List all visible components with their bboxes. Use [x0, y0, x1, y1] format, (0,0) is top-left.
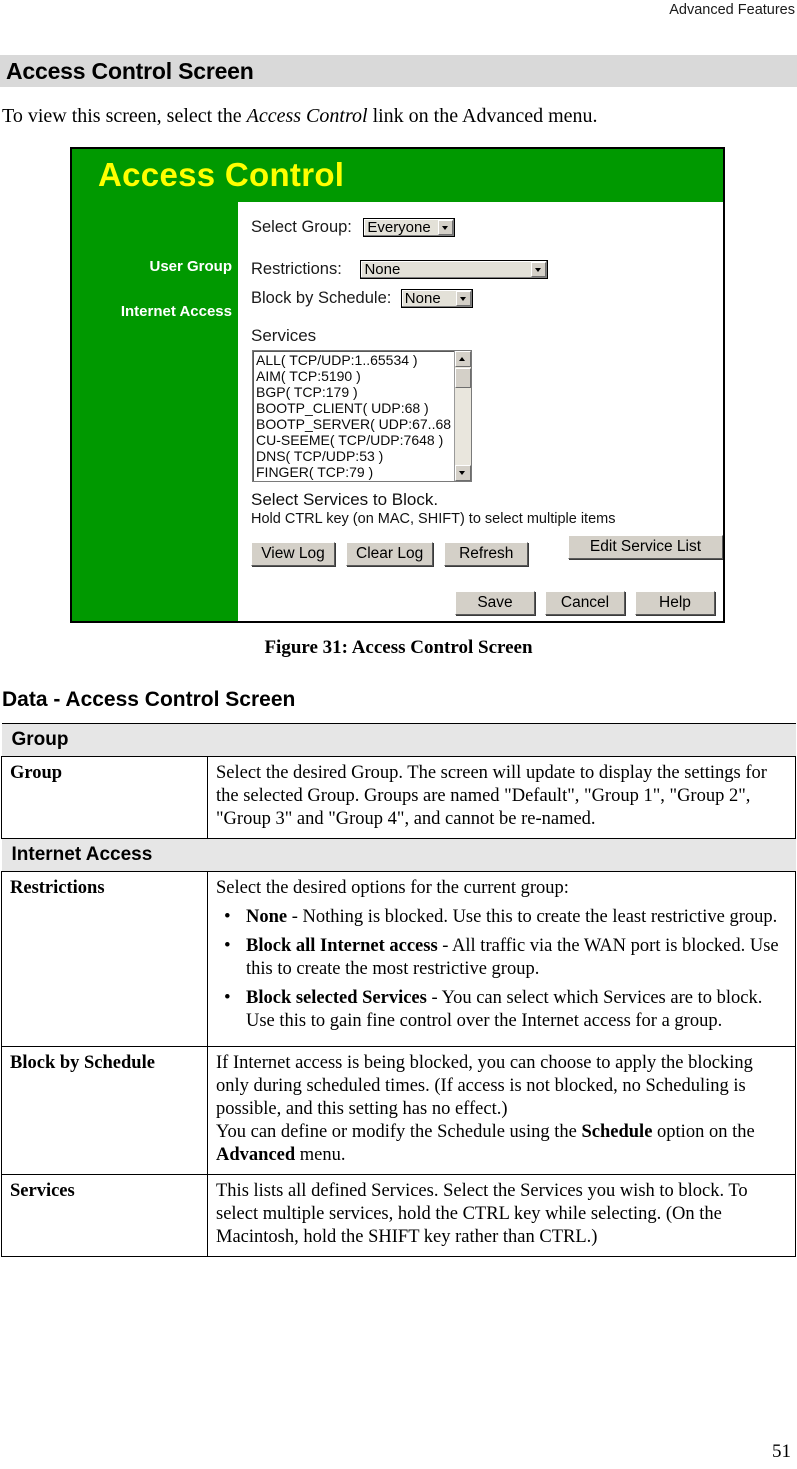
chevron-down-icon [438, 220, 454, 236]
access-control-screenshot: Access Control User Group Internet Acces… [70, 147, 725, 623]
block-schedule-bold-schedule: Schedule [581, 1122, 653, 1142]
cancel-button[interactable]: Cancel [545, 591, 625, 615]
restrictions-row: Restrictions: None [251, 260, 549, 280]
list-item: Block selected Services - You can select… [224, 986, 787, 1033]
scroll-up-icon[interactable] [455, 351, 471, 367]
row-label-services: Services [1, 1174, 208, 1257]
block-schedule-para1: If Internet access is being blocked, you… [216, 1053, 753, 1119]
list-item: None - Nothing is blocked. Use this to c… [224, 905, 787, 929]
row-label-restrictions: Restrictions [1, 871, 208, 1047]
screenshot-titlebar: Access Control [72, 149, 723, 202]
block-by-schedule-value: None [404, 290, 441, 308]
action-button-group: Save Cancel Help [445, 591, 715, 615]
table-row: Block by Schedule If Internet access is … [1, 1046, 796, 1175]
list-item: Block all Internet access - All traffic … [224, 934, 787, 981]
bullet-term: None [246, 907, 288, 927]
ctrl-key-hint: Hold CTRL key (on MAC, SHIFT) to select … [251, 511, 616, 527]
table-row: Services This lists all defined Services… [1, 1174, 796, 1257]
chevron-down-icon [531, 262, 547, 278]
services-listbox[interactable]: ALL( TCP/UDP:1..65534 ) AIM( TCP:5190 ) … [252, 350, 472, 482]
view-log-button[interactable]: View Log [251, 542, 335, 566]
save-button[interactable]: Save [455, 591, 535, 615]
section-title-internet-access: Internet Access [1, 838, 796, 872]
bullet-term: Block all Internet access [246, 936, 438, 956]
intro-text-before: To view this screen, select the [2, 105, 247, 127]
row-desc-restrictions: Select the desired options for the curre… [207, 871, 796, 1047]
select-group-row: Select Group: Everyone [251, 218, 456, 238]
row-label-block-by-schedule: Block by Schedule [1, 1046, 208, 1175]
services-label: Services [251, 326, 317, 345]
list-item[interactable]: BOOTP_SERVER( UDP:67..68 ) [256, 416, 471, 432]
restrictions-dropdown[interactable]: None [360, 260, 549, 280]
row-desc-block-by-schedule: If Internet access is being blocked, you… [207, 1046, 796, 1175]
intro-text-after: link on the Advanced menu. [367, 105, 598, 127]
list-item[interactable]: BGP( TCP:179 ) [256, 384, 471, 400]
sidebar-label-user-group: User Group [149, 258, 232, 275]
data-table: Group Group Select the desired Group. Th… [1, 723, 796, 1257]
scrollbar-thumb[interactable] [455, 368, 471, 388]
row-label-group: Group [1, 756, 208, 839]
figure-caption: Figure 31: Access Control Screen [264, 637, 533, 658]
page-number: 51 [772, 1441, 791, 1462]
row-desc-services: This lists all defined Services. Select … [207, 1174, 796, 1257]
data-section-heading: Data - Access Control Screen [2, 688, 296, 711]
services-list[interactable]: ALL( TCP/UDP:1..65534 ) AIM( TCP:5190 ) … [253, 351, 471, 480]
restrictions-intro: Select the desired options for the curre… [216, 878, 569, 898]
select-services-hint: Select Services to Block. [251, 490, 439, 509]
select-group-dropdown[interactable]: Everyone [363, 218, 456, 238]
clear-log-button[interactable]: Clear Log [346, 542, 434, 566]
running-header: Advanced Features [0, 0, 797, 24]
list-item[interactable]: AIM( TCP:5190 ) [256, 368, 471, 384]
bullet-desc: - Nothing is blocked. Use this to create… [287, 907, 778, 927]
block-schedule-para2-before: You can define or modify the Schedule us… [216, 1122, 582, 1142]
page-title: Access Control Screen [6, 58, 254, 84]
scroll-down-icon[interactable] [455, 465, 471, 481]
screenshot-title: Access Control [98, 156, 345, 193]
table-row: Group Select the desired Group. The scre… [1, 756, 796, 839]
chevron-down-icon [455, 291, 471, 307]
table-section-header: Internet Access [1, 838, 796, 872]
services-scrollbar[interactable] [454, 351, 471, 481]
section-title-group: Group [1, 723, 796, 757]
bullet-term: Block selected Services [246, 988, 427, 1008]
sidebar-label-internet-access: Internet Access [120, 303, 232, 320]
block-by-schedule-row: Block by Schedule: None [251, 289, 473, 309]
restrictions-bullet-list: None - Nothing is blocked. Use this to c… [216, 905, 787, 1033]
block-schedule-para2-after: menu. [295, 1145, 346, 1165]
block-schedule-para2-mid: option on the [652, 1122, 755, 1142]
edit-service-list-button[interactable]: Edit Service List [568, 535, 723, 559]
list-item[interactable]: BOOTP_CLIENT( UDP:68 ) [256, 400, 471, 416]
row-desc-group: Select the desired Group. The screen wil… [207, 756, 796, 839]
restrictions-value: None [364, 261, 401, 279]
block-schedule-bold-advanced: Advanced [216, 1145, 296, 1165]
refresh-button[interactable]: Refresh [444, 542, 529, 566]
table-row: Restrictions Select the desired options … [1, 871, 796, 1047]
table-section-header: Group [1, 723, 796, 757]
list-item[interactable]: ALL( TCP/UDP:1..65534 ) [256, 352, 471, 368]
select-group-value: Everyone [367, 219, 431, 237]
screenshot-sidebar: User Group Internet Access [72, 202, 238, 621]
restrictions-label: Restrictions: [251, 260, 342, 278]
select-group-label: Select Group: [251, 218, 352, 236]
help-button[interactable]: Help [635, 591, 715, 615]
intro-paragraph: To view this screen, select the Access C… [2, 103, 762, 129]
block-by-schedule-label: Block by Schedule: [251, 289, 392, 307]
list-item[interactable]: DNS( TCP/UDP:53 ) [256, 448, 471, 464]
section-heading-band: Access Control Screen [0, 55, 797, 87]
log-button-group: View Log Clear Log Refresh [251, 542, 539, 566]
list-item[interactable]: FINGER( TCP:79 ) [256, 464, 471, 480]
running-head-text: Advanced Features [669, 2, 795, 18]
block-by-schedule-dropdown[interactable]: None [400, 289, 473, 309]
screenshot-body: Select Group: Everyone Restrictions: Non… [238, 202, 723, 621]
intro-text-italic: Access Control [246, 105, 368, 127]
list-item[interactable]: CU-SEEME( TCP/UDP:7648 ) [256, 432, 471, 448]
